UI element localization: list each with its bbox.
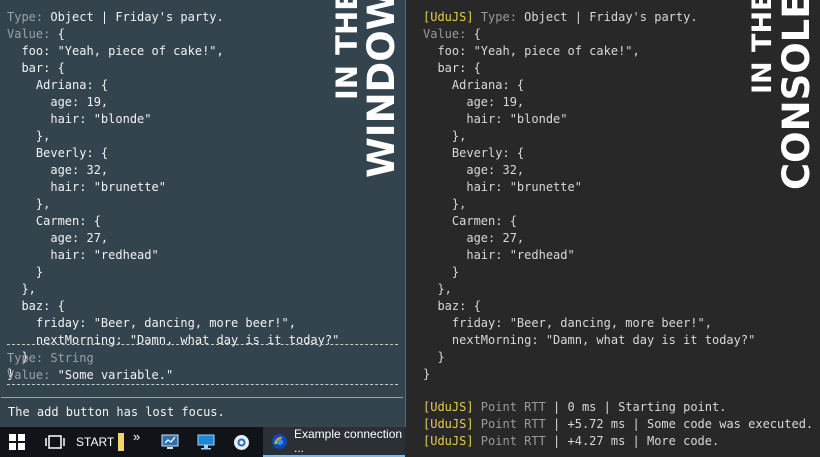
windows-start-icon[interactable]: [9, 427, 25, 457]
string-value-label: Value:: [7, 368, 51, 382]
start-button[interactable]: START: [76, 427, 114, 457]
console-tag: [UduJS]: [423, 10, 474, 24]
console-tag: [UduJS]: [423, 434, 474, 448]
console-log-text: | +4.27 ms | More code.: [545, 434, 720, 448]
string-dump: Type: String Value: "Some variable.": [7, 350, 173, 384]
toolbar-marker-icon: [118, 427, 124, 457]
taskbar: START » Example connection ...: [0, 427, 405, 457]
string-type-label: Type: String: [7, 351, 94, 365]
console-type-value: Object | Friday's party.: [524, 10, 698, 24]
console-tag: [UduJS]: [423, 400, 474, 414]
object-dump: Type: Object | Friday's party. Value: { …: [7, 9, 339, 383]
console-value-dump: { foo: "Yeah, piece of cake!", bar: { Ad…: [423, 27, 756, 381]
console-panel: [UduJS] Type: Object | Friday's party. V…: [406, 0, 820, 457]
console-tag: [UduJS]: [423, 417, 474, 431]
desktop-icon[interactable]: [197, 427, 215, 457]
console-log-line: [UduJS] Point RTT | +4.27 ms | More code…: [423, 433, 813, 450]
banner-window: WINDOW: [360, 0, 403, 178]
console-type-label: Type:: [480, 10, 517, 24]
banner-console: CONSOLE: [775, 0, 818, 190]
type-value: Object | Friday's party.: [50, 10, 224, 24]
app-window: Type: Object | Friday's party. Value: { …: [0, 0, 406, 427]
status-bar: The add button has lost focus.: [1, 397, 403, 426]
console-log-label: Point RTT: [473, 400, 546, 414]
console-log-label: Point RTT: [473, 434, 546, 448]
console-log: [UduJS] Point RTT | 0 ms | Starting poin…: [423, 399, 813, 450]
status-text: The add button has lost focus.: [8, 405, 225, 419]
type-label: Type:: [7, 10, 44, 24]
task-label: Example connection ...: [294, 427, 403, 455]
value-dump: { foo: "Yeah, piece of cake!", bar: { Ad…: [7, 27, 340, 381]
browser-icon[interactable]: [233, 427, 250, 457]
banner-in-the: IN THE: [330, 0, 364, 100]
console-object-dump: [UduJS] Type: Object | Friday's party. V…: [423, 9, 755, 383]
console-log-line: [UduJS] Point RTT | +5.72 ms | Some code…: [423, 416, 813, 433]
chevron-icon[interactable]: »: [133, 421, 140, 451]
console-log-line: [UduJS] Point RTT | 0 ms | Starting poin…: [423, 399, 813, 416]
console-log-text: | 0 ms | Starting point.: [545, 400, 727, 414]
task-view-icon[interactable]: [45, 427, 65, 457]
console-log-text: | +5.72 ms | Some code was executed.: [545, 417, 814, 431]
string-value: "Some variable.": [57, 368, 174, 382]
taskbar-task-button[interactable]: Example connection ...: [263, 427, 405, 457]
divider: [7, 344, 398, 345]
monitor-app-icon[interactable]: [161, 427, 179, 457]
firefox-icon: [271, 433, 288, 450]
console-log-label: Point RTT: [473, 417, 546, 431]
value-label: Value:: [7, 27, 51, 41]
console-value-label: Value:: [423, 27, 467, 41]
divider: [7, 384, 398, 385]
banner-in-the: IN THE: [747, 0, 778, 94]
